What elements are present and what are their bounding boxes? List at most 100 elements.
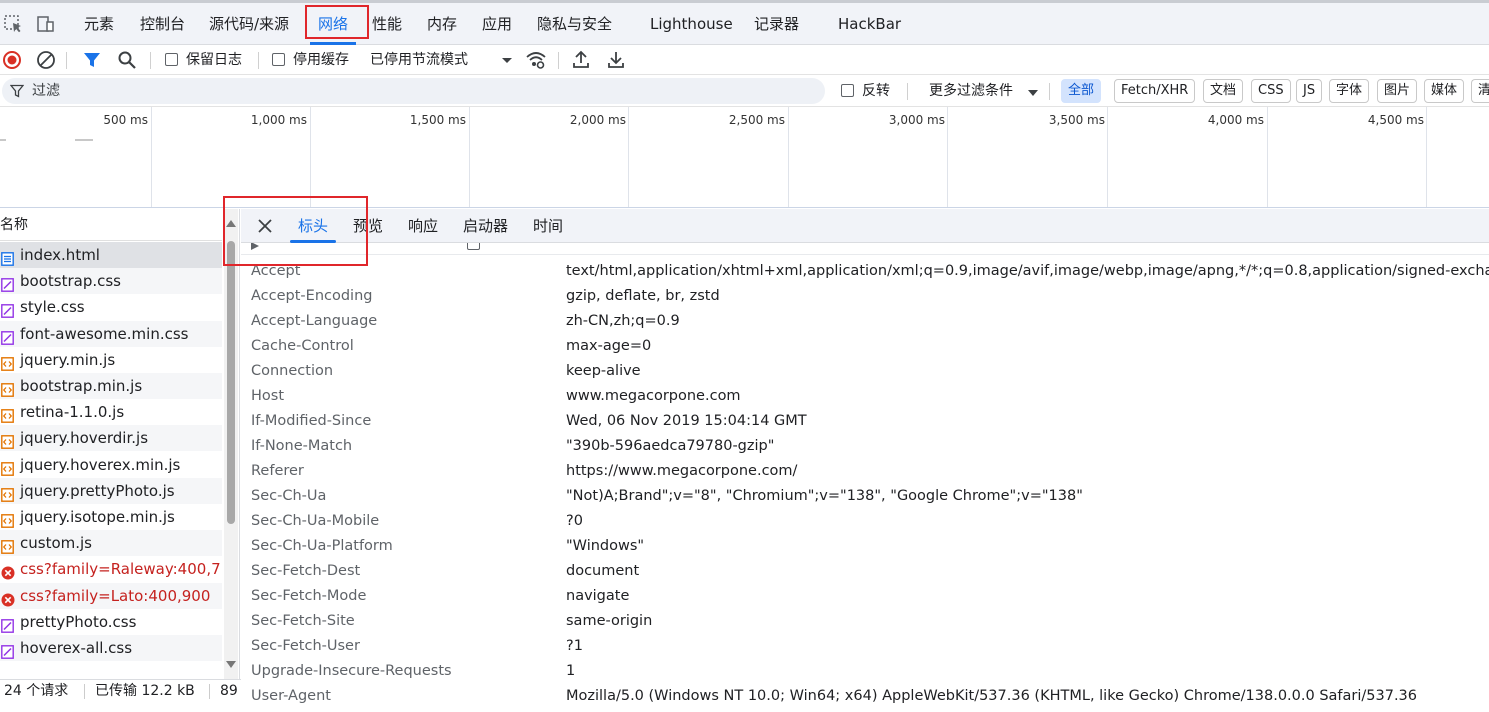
inspect-element-icon[interactable] — [2, 13, 24, 35]
detail-tab-initiator[interactable]: 启动器 — [463, 209, 508, 243]
network-conditions-icon[interactable] — [525, 49, 547, 71]
request-row[interactable]: jquery.hoverex.min.js — [0, 452, 222, 478]
script-icon — [1, 484, 14, 502]
throttling-select[interactable]: 已停用节流模式 — [370, 45, 468, 75]
filter-separator — [1049, 83, 1050, 100]
header-value[interactable]: zh-CN,zh;q=0.9 — [566, 309, 680, 334]
header-value[interactable]: Wed, 06 Nov 2019 15:04:14 GMT — [566, 409, 807, 434]
header-value[interactable]: document — [566, 559, 639, 584]
header-row: User-Agent Mozilla/5.0 (Windows NT 10.0; … — [251, 684, 1489, 709]
request-row[interactable]: jquery.prettyPhoto.js — [0, 477, 222, 504]
disable-cache-checkbox[interactable] — [272, 53, 285, 66]
close-icon[interactable] — [257, 218, 273, 234]
header-value[interactable]: ?1 — [566, 634, 583, 659]
request-list-scrollbar[interactable] — [224, 209, 238, 679]
header-row: Sec-Ch-Ua-Mobile ?0 — [251, 509, 1489, 534]
filter-type-all[interactable]: 全部 — [1061, 79, 1102, 103]
more-filters-dropdown[interactable]: 更多过滤条件 — [929, 75, 1013, 107]
request-row[interactable]: index.html — [0, 242, 222, 268]
header-value[interactable]: www.megacorpone.com — [566, 384, 741, 409]
request-row[interactable]: css?family=Lato:400,900 — [0, 582, 222, 609]
preserve-log-checkbox[interactable] — [165, 53, 178, 66]
invert-checkbox[interactable] — [841, 84, 854, 97]
request-row[interactable]: bootstrap.css — [0, 268, 222, 295]
request-row[interactable]: css?family=Raleway:400,7... — [0, 556, 222, 582]
document-icon — [1, 248, 14, 266]
filter-type-fetch-xhr[interactable]: Fetch/XHR — [1114, 79, 1196, 103]
dropdown-arrow-icon[interactable] — [496, 49, 518, 71]
filter-type-img[interactable]: 图片 — [1377, 79, 1418, 103]
network-overview-timeline[interactable]: 500 ms 1,000 ms 1,500 ms 2,000 ms 2,500 … — [0, 107, 1489, 208]
scroll-down-arrow-icon[interactable] — [226, 657, 236, 673]
tab-sources[interactable]: 源代码/来源 — [209, 3, 289, 45]
network-status-bar: 24 个请求 已传输 12.2 kB 89 — [0, 679, 242, 712]
tab-memory[interactable]: 内存 — [427, 3, 457, 45]
clear-icon[interactable] — [35, 49, 57, 71]
header-value[interactable]: keep-alive — [566, 359, 641, 384]
request-row[interactable]: style.css — [0, 294, 222, 320]
more-filters-arrow-icon[interactable] — [1028, 86, 1038, 96]
stylesheet-icon — [1, 300, 14, 319]
detail-tab-preview[interactable]: 预览 — [353, 209, 383, 243]
filter-type-font[interactable]: 字体 — [1329, 79, 1370, 103]
request-row[interactable]: font-awesome.min.css — [0, 320, 222, 347]
filter-type-doc[interactable]: 文档 — [1203, 79, 1244, 103]
tab-application[interactable]: 应用 — [482, 3, 512, 45]
detail-tab-headers[interactable]: 标头 — [289, 209, 337, 243]
filter-type-js[interactable]: JS — [1296, 79, 1323, 103]
tab-recorder[interactable]: 记录器 — [754, 3, 799, 45]
raw-toggle-checkbox[interactable] — [467, 243, 480, 250]
header-value[interactable]: gzip, deflate, br, zstd — [566, 284, 720, 309]
tab-hackbar[interactable]: HackBar — [838, 3, 901, 45]
filter-type-clear[interactable]: 清 — [1471, 79, 1489, 103]
tab-performance[interactable]: 性能 — [372, 3, 402, 45]
header-value[interactable]: https://www.megacorpone.com/ — [566, 459, 797, 484]
request-row[interactable]: bootstrap.min.js — [0, 373, 222, 399]
tab-lighthouse[interactable]: Lighthouse — [650, 3, 733, 45]
detail-tab-response[interactable]: 响应 — [408, 209, 438, 243]
detail-tab-timing[interactable]: 时间 — [533, 209, 563, 243]
header-name: User-Agent — [251, 688, 331, 704]
header-value[interactable]: ?0 — [566, 509, 583, 534]
request-name: bootstrap.min.js — [20, 377, 143, 395]
timeline-tick-label: 3,000 ms — [888, 113, 945, 127]
name-column-header[interactable]: 名称 — [0, 209, 222, 241]
header-value[interactable]: same-origin — [566, 609, 652, 634]
request-name: jquery.prettyPhoto.js — [20, 481, 175, 500]
header-value[interactable]: "390b-596aedca79780-gzip" — [566, 434, 774, 459]
request-row[interactable]: hoverex-all.css — [0, 635, 222, 661]
header-value[interactable]: 1 — [566, 659, 575, 684]
header-value[interactable]: max-age=0 — [566, 334, 651, 359]
request-row[interactable]: jquery.isotope.min.js — [0, 504, 222, 530]
search-icon[interactable] — [116, 49, 138, 71]
request-row[interactable]: jquery.hoverdir.js — [0, 425, 222, 452]
header-name: Accept-Language — [251, 313, 378, 329]
request-row[interactable]: custom.js — [0, 530, 222, 557]
record-icon[interactable] — [1, 49, 23, 71]
header-value[interactable]: text/html,application/xhtml+xml,applicat… — [566, 259, 1489, 284]
section-toggle-icon[interactable] — [251, 243, 259, 250]
device-toolbar-icon[interactable] — [34, 13, 56, 35]
filter-type-media[interactable]: 媒体 — [1424, 79, 1465, 103]
header-row: Sec-Fetch-Mode navigate — [251, 584, 1489, 609]
filter-icon[interactable] — [81, 49, 103, 71]
request-row[interactable]: jquery.min.js — [0, 347, 222, 373]
header-value[interactable]: Mozilla/5.0 (Windows NT 10.0; Win64; x64… — [566, 684, 1417, 709]
tab-elements[interactable]: 元素 — [84, 3, 114, 45]
tab-network[interactable]: 网络 — [309, 3, 357, 45]
import-har-icon[interactable] — [570, 49, 592, 71]
scrollbar-thumb[interactable] — [227, 241, 235, 524]
header-value[interactable]: navigate — [566, 584, 629, 609]
scroll-up-arrow-icon[interactable] — [226, 215, 236, 231]
filter-type-css[interactable]: CSS — [1251, 79, 1291, 103]
tab-privacy-security[interactable]: 隐私与安全 — [537, 3, 612, 45]
header-value[interactable]: "Not)A;Brand";v="8", "Chromium";v="138",… — [566, 484, 1083, 509]
tab-console[interactable]: 控制台 — [140, 3, 185, 45]
filter-input[interactable]: 过滤 — [2, 78, 825, 104]
header-name: Sec-Ch-Ua-Mobile — [251, 513, 380, 529]
transferred-size: 已传输 12.2 kB — [95, 683, 195, 699]
header-value[interactable]: "Windows" — [566, 534, 644, 559]
request-row[interactable]: retina-1.1.0.js — [0, 399, 222, 425]
export-har-icon[interactable] — [605, 49, 627, 71]
request-row[interactable]: prettyPhoto.css — [0, 609, 222, 635]
